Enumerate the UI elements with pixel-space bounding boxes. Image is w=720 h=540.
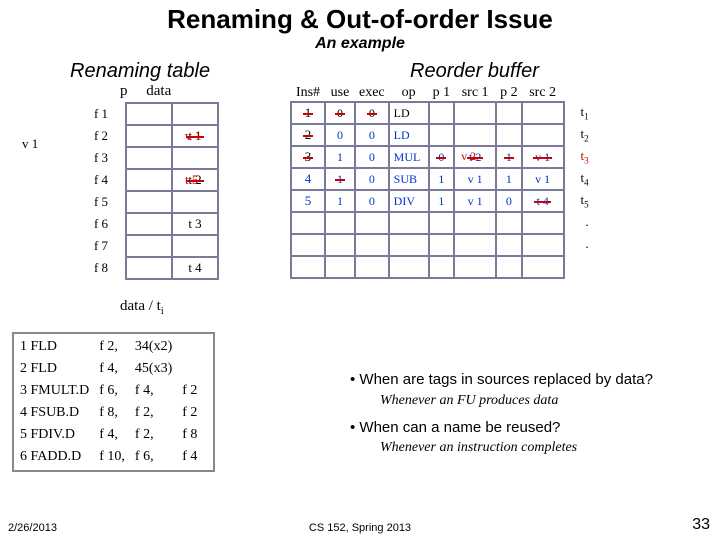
renaming-table: f 1 f 2 t 1v 1 f 3 f 4 t 2t 5 f 5 f 6 t 3 f…	[80, 102, 219, 280]
ren-reg: f 2	[80, 125, 126, 147]
rob-hdr: src 2	[522, 85, 564, 102]
rob-row: 2 0 0 LD t2	[291, 124, 584, 146]
page-title: Renaming & Out-of-order Issue	[0, 0, 720, 35]
rob-title: Reorder buffer	[410, 60, 712, 83]
qa-bullets: • When are tags in sources replaced by d…	[350, 370, 712, 465]
rob-hdr: use	[325, 85, 355, 102]
ren-data: t 2t 5	[172, 169, 218, 191]
rob-hdr: op	[389, 85, 429, 102]
q2: • When can a name be reused?	[350, 418, 712, 438]
tag: t1	[581, 104, 589, 122]
ren-data: t 3	[172, 213, 218, 235]
a1: Whenever an FU produces data	[380, 392, 712, 410]
renaming-headers: p data	[120, 83, 219, 100]
ren-data	[172, 191, 218, 213]
v1-label: v 1	[22, 136, 38, 152]
rob-row: 4 1 0 SUB 1 v 1 1 v 1 t4	[291, 168, 584, 190]
tag: t4	[581, 170, 589, 188]
instruction-list: 1 FLDf 2,34(x2) 2 FLDf 4,45(x3) 3 FMULT.…	[12, 332, 215, 480]
rob-hdr: p 2	[496, 85, 522, 102]
hdr-data: data	[146, 83, 171, 99]
ren-data: t 4	[172, 257, 218, 279]
a2: Whenever an instruction completes	[380, 439, 712, 457]
rob-table: Ins# use exec op p 1 src 1 p 2 src 2 1 0…	[290, 85, 585, 279]
rob-row: 1 0 0 LD t1	[291, 102, 584, 124]
ren-data	[172, 103, 218, 125]
ren-reg: f 3	[80, 147, 126, 169]
ren-data	[172, 235, 218, 257]
ren-reg: f 1	[80, 103, 126, 125]
hdr-p: p	[120, 83, 128, 99]
ren-data	[172, 147, 218, 169]
ren-reg: f 8	[80, 257, 126, 279]
rob-row: .	[291, 212, 584, 234]
tag: t2	[581, 126, 589, 144]
rob-hdr: p 1	[429, 85, 455, 102]
rob-hdr: Ins#	[291, 85, 325, 102]
tag: t5	[581, 192, 589, 210]
renaming-table-section: Renaming table p data f 1 f 2 t 1v 1 f 3 …	[30, 60, 219, 280]
tag: .	[585, 236, 588, 252]
tag: t3	[581, 148, 589, 166]
ren-data: t 1v 1	[172, 125, 218, 147]
rob-row: 3 1 0 MUL 0 t 2v 2 1 v 1 t3	[291, 146, 584, 168]
rob-row: .	[291, 234, 584, 256]
q1: • When are tags in sources replaced by d…	[350, 370, 712, 390]
tag: .	[585, 214, 588, 230]
footer-course: CS 152, Spring 2013	[0, 522, 720, 534]
data-ti-label: data / ti	[120, 298, 164, 317]
page-subtitle: An example	[0, 35, 720, 53]
ren-reg: f 6	[80, 213, 126, 235]
ren-reg: f 5	[80, 191, 126, 213]
footer-page: 33	[692, 516, 710, 534]
ren-reg: f 7	[80, 235, 126, 257]
reorder-buffer-section: Reorder buffer Ins# use exec op p 1 src …	[290, 60, 712, 279]
ren-reg: f 4	[80, 169, 126, 191]
rob-hdr: exec	[355, 85, 389, 102]
renaming-title: Renaming table	[70, 60, 219, 83]
rob-row	[291, 256, 584, 278]
rob-hdr: src 1	[454, 85, 496, 102]
rob-row: 5 1 0 DIV 1 v 1 0 t 4 t5	[291, 190, 584, 212]
